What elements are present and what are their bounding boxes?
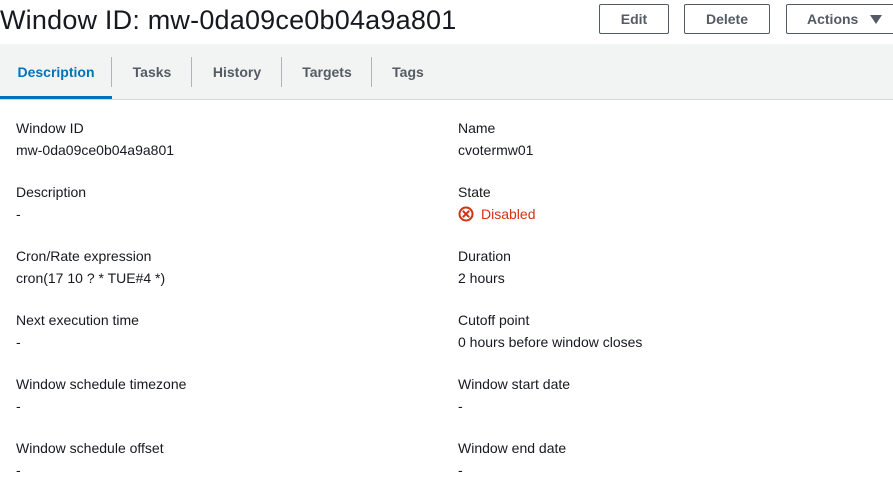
field-window-id: Window ID mw-0da09ce0b04a9a801 — [16, 119, 436, 159]
actions-label: Actions — [807, 11, 859, 27]
tab-description[interactable]: Description — [0, 44, 112, 99]
field-label: State — [458, 184, 491, 200]
error-circle-icon — [458, 206, 474, 222]
field-value: - — [16, 398, 21, 414]
delete-button[interactable]: Delete — [684, 4, 770, 34]
tab-bar: Description Tasks History Targets Tags — [0, 44, 893, 100]
page-title: Window ID: mw-0da09ce0b04a9a801 — [0, 5, 457, 35]
tab-targets[interactable]: Targets — [282, 44, 372, 99]
field-label: Window end date — [458, 440, 567, 456]
field-value: - — [16, 462, 21, 478]
field-window-start-date: Window start date - — [458, 375, 878, 415]
field-label: Cron/Rate expression — [16, 248, 152, 264]
field-value: 2 hours — [458, 270, 505, 286]
field-value: - — [458, 398, 463, 414]
field-duration: Duration 2 hours — [458, 247, 878, 287]
field-label: Window schedule offset — [16, 440, 164, 456]
field-label: Next execution time — [16, 312, 139, 328]
field-label: Description — [16, 184, 87, 200]
field-label: Window schedule timezone — [16, 376, 187, 392]
field-cron-expression: Cron/Rate expression cron(17 10 ? * TUE#… — [16, 247, 436, 287]
field-label: Cutoff point — [458, 312, 530, 328]
state-text: Disabled — [481, 206, 536, 222]
field-label: Window ID — [16, 120, 84, 136]
field-cutoff-point: Cutoff point 0 hours before window close… — [458, 311, 878, 351]
field-value: mw-0da09ce0b04a9a801 — [16, 142, 175, 158]
field-next-execution-time: Next execution time - — [16, 311, 436, 351]
field-window-end-date: Window end date - — [458, 439, 878, 479]
field-name: Name cvotermw01 — [458, 119, 878, 159]
actions-dropdown-button[interactable]: Actions — [786, 4, 893, 34]
field-label: Name — [458, 120, 496, 136]
caret-down-icon — [870, 14, 883, 24]
field-state: State Disabled — [458, 183, 878, 223]
field-schedule-offset: Window schedule offset - — [16, 439, 436, 479]
field-value: - — [16, 206, 21, 222]
field-value: cvotermw01 — [458, 142, 534, 158]
field-value: - — [458, 462, 463, 478]
edit-button[interactable]: Edit — [599, 4, 669, 34]
field-schedule-timezone: Window schedule timezone - — [16, 375, 436, 415]
field-value: cron(17 10 ? * TUE#4 *) — [16, 270, 166, 286]
maintenance-window-page: Window ID: mw-0da09ce0b04a9a801 Edit Del… — [0, 0, 893, 480]
field-value: - — [16, 334, 21, 350]
details-panel: Window ID mw-0da09ce0b04a9a801 Descripti… — [0, 100, 893, 480]
field-label: Window start date — [458, 376, 571, 392]
state-value: Disabled — [458, 205, 878, 223]
page-header: Window ID: mw-0da09ce0b04a9a801 Edit Del… — [0, 0, 893, 44]
field-description: Description - — [16, 183, 436, 223]
tab-tags[interactable]: Tags — [372, 44, 444, 99]
tab-tasks[interactable]: Tasks — [112, 44, 192, 99]
field-label: Duration — [458, 248, 511, 264]
tab-history[interactable]: History — [192, 44, 282, 99]
field-value: 0 hours before window closes — [458, 334, 643, 350]
